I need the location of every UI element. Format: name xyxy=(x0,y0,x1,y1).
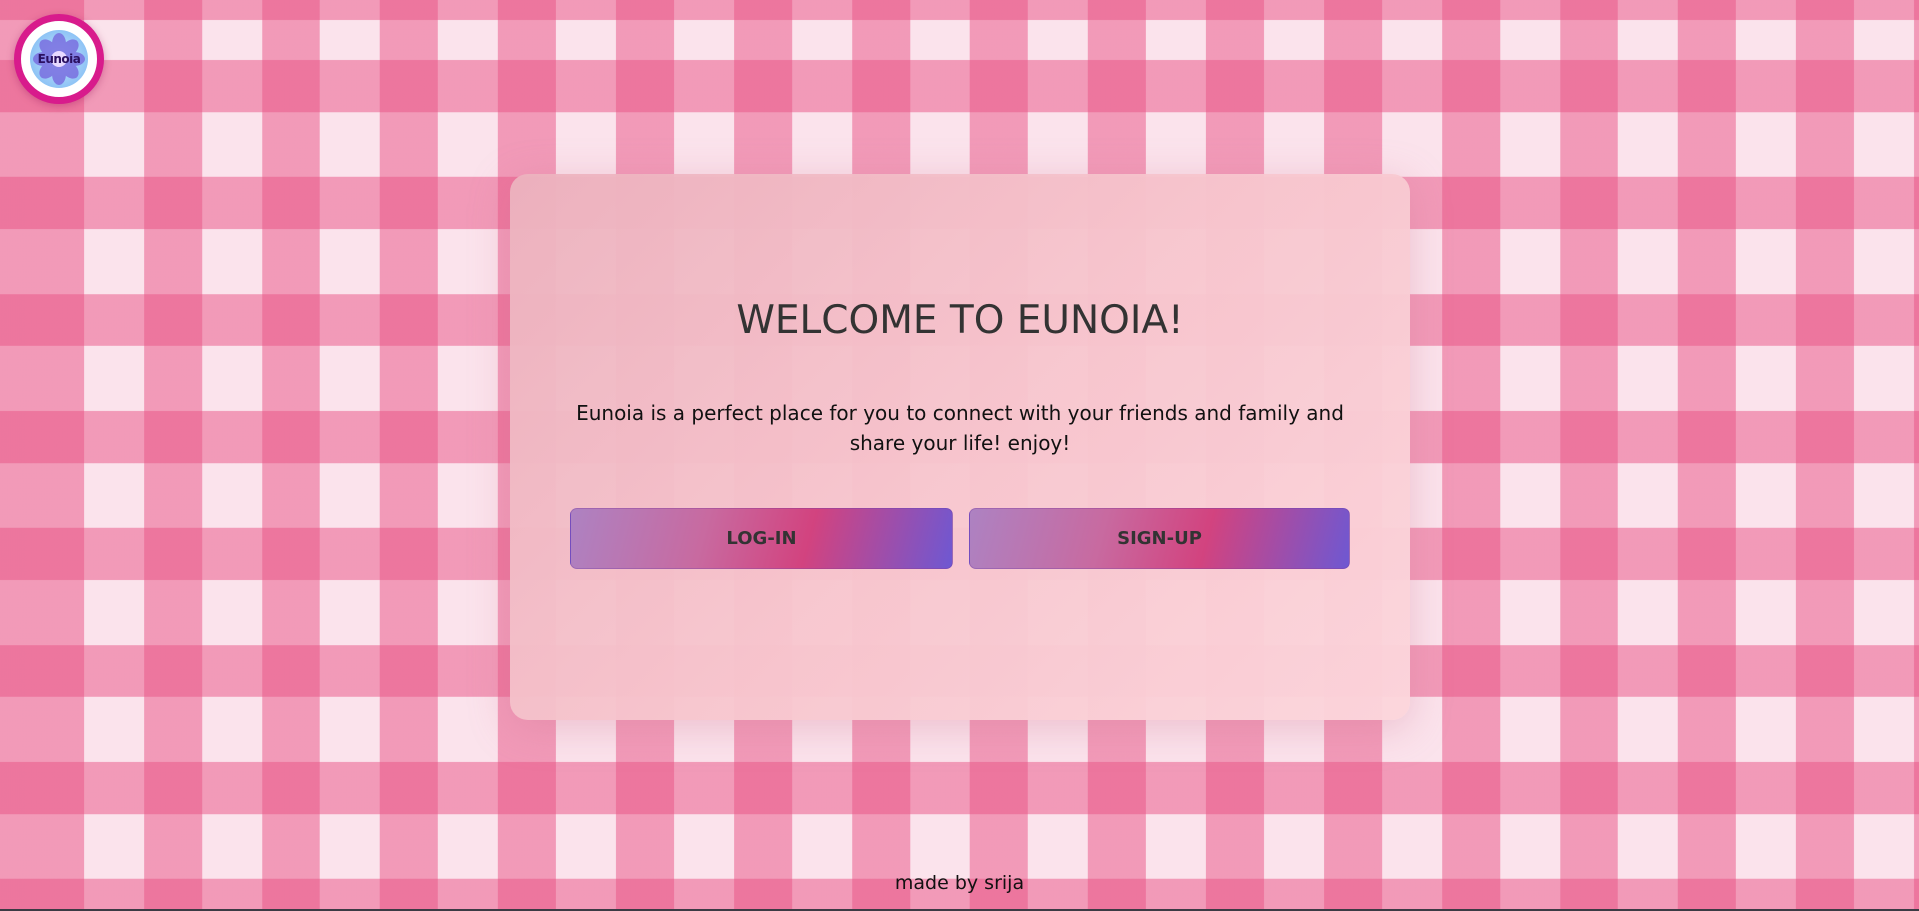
login-button[interactable]: LOG-IN xyxy=(570,508,953,569)
flower-logo-icon: Eunoia xyxy=(30,30,88,88)
welcome-description: Eunoia is a perfect place for you to con… xyxy=(576,401,1344,455)
footer-credit: made by srija xyxy=(894,872,1025,894)
welcome-title: WELCOME TO EUNOIA! xyxy=(736,298,1184,343)
welcome-card: WELCOME TO EUNOIA! Eunoia is a perfect p… xyxy=(510,174,1410,720)
logo-text: Eunoia xyxy=(37,52,81,66)
signup-button[interactable]: SIGN-UP xyxy=(969,508,1350,569)
eunoia-logo[interactable]: Eunoia xyxy=(14,14,104,104)
